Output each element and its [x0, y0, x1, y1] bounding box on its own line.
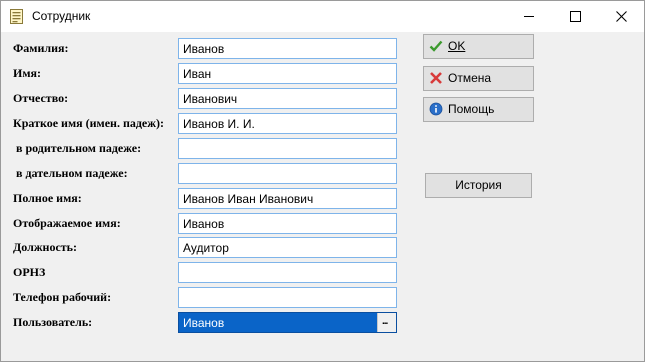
short-name-value: Иванов И. И.	[183, 117, 255, 131]
close-button[interactable]	[598, 1, 644, 32]
full-name-value: Иванов Иван Иванович	[183, 192, 314, 206]
user-value: Иванов	[183, 316, 225, 330]
short-name-field[interactable]: Иванов И. И.	[178, 113, 397, 134]
label-user: Пользователь:	[13, 315, 93, 329]
history-label: История	[455, 178, 502, 192]
history-button[interactable]: История	[425, 173, 532, 198]
last-name-field[interactable]: Иванов	[178, 38, 397, 59]
label-display-name: Отображаемое имя:	[13, 216, 121, 230]
patronymic-value: Иванович	[183, 92, 238, 106]
ok-label: OK	[448, 39, 466, 53]
patronymic-field[interactable]: Иванович	[178, 88, 397, 109]
close-icon	[616, 11, 627, 22]
minimize-icon	[524, 16, 534, 17]
first-name-value: Иван	[183, 67, 212, 81]
user-browse-button[interactable]: ...	[377, 313, 396, 332]
label-work-phone: Телефон рабочий:	[13, 290, 112, 304]
help-button[interactable]: Помощь	[423, 97, 534, 122]
first-name-field[interactable]: Иван	[178, 63, 397, 84]
label-patronymic: Отчество:	[13, 91, 69, 105]
label-position: Должность:	[13, 240, 78, 254]
position-value: Аудитор	[183, 241, 229, 255]
help-label: Помощь	[448, 102, 495, 116]
display-name-value: Иванов	[183, 217, 225, 231]
label-first-name: Имя:	[13, 66, 41, 80]
display-name-field[interactable]: Иванов	[178, 213, 397, 234]
form-area: Фамилия: Имя: Отчество: Краткое имя (име…	[1, 32, 644, 361]
cancel-label: Отмена	[448, 71, 492, 85]
ellipsis-label: ...	[382, 316, 388, 327]
info-icon	[429, 102, 443, 116]
dative-field[interactable]	[178, 163, 397, 184]
label-full-name: Полное имя:	[13, 191, 82, 205]
maximize-icon	[570, 11, 581, 22]
position-field[interactable]: Аудитор	[178, 237, 397, 258]
document-icon	[10, 9, 23, 24]
user-field[interactable]: Иванов ...	[178, 312, 397, 333]
window-title: Сотрудник	[32, 9, 91, 23]
full-name-field[interactable]: Иванов Иван Иванович	[178, 188, 397, 209]
label-short-name: Краткое имя (имен. падеж):	[13, 116, 164, 130]
work-phone-field[interactable]	[178, 287, 397, 308]
label-genitive: в родительном падеже:	[13, 141, 142, 155]
title-bar: Сотрудник	[1, 1, 644, 32]
minimize-button[interactable]	[506, 1, 552, 32]
ok-button[interactable]: OK	[423, 34, 534, 59]
maximize-button[interactable]	[552, 1, 598, 32]
x-icon	[430, 72, 442, 84]
cancel-button[interactable]: Отмена	[423, 66, 534, 91]
label-ornz: ОРНЗ	[13, 265, 46, 279]
employee-dialog: Сотрудник Фамилия: Имя: Отчество: Кратко…	[0, 0, 645, 362]
label-last-name: Фамилия:	[13, 41, 69, 55]
checkmark-icon	[429, 40, 443, 52]
last-name-value: Иванов	[183, 42, 225, 56]
genitive-field[interactable]	[178, 138, 397, 159]
ornz-field[interactable]	[178, 262, 397, 283]
label-dative: в дательном падеже:	[13, 166, 128, 180]
